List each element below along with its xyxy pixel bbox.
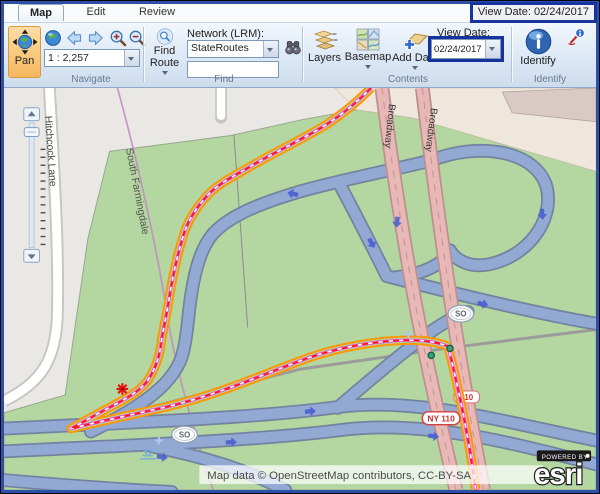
- svg-text:SO: SO: [179, 431, 190, 440]
- add-data-caret-icon: [412, 66, 418, 73]
- add-data-icon: [402, 28, 428, 52]
- find-route-button[interactable]: Find Route: [146, 26, 183, 78]
- find-route-icon: [153, 28, 177, 45]
- group-separator: [143, 27, 144, 82]
- scale-dropdown-arrow-icon[interactable]: [124, 50, 139, 66]
- map-shield-parkway-left: SO: [172, 426, 198, 443]
- basemap-label: Basemap: [345, 52, 391, 63]
- back-arrow-icon[interactable]: [65, 29, 83, 47]
- network-select-value: StateRoutes: [188, 41, 263, 57]
- group-label-find: Find: [146, 74, 302, 85]
- network-dropdown-arrow-icon[interactable]: [263, 41, 278, 57]
- find-route-label-2: Route: [150, 58, 179, 69]
- view-date-annotation-box: [428, 36, 504, 62]
- layers-label: Layers: [308, 53, 341, 64]
- scale-input[interactable]: [45, 50, 124, 66]
- tab-edit[interactable]: Edit: [70, 4, 122, 21]
- basemap-caret-icon: [365, 65, 371, 72]
- tab-review[interactable]: Review: [128, 4, 186, 21]
- view-date-annotation: View Date: 02/24/2017: [470, 2, 597, 23]
- tab-map[interactable]: Map: [18, 4, 64, 21]
- group-separator: [302, 27, 303, 82]
- network-select[interactable]: StateRoutes: [187, 40, 279, 58]
- pan-button[interactable]: Pan: [8, 26, 41, 78]
- find-route-label-1: Find: [154, 46, 175, 57]
- map-canvas[interactable]: 110 SO SO NY 110 32: [4, 88, 596, 490]
- group-label-identify: Identify: [506, 74, 594, 85]
- zoom-slider-track[interactable]: [29, 123, 34, 248]
- forward-arrow-icon[interactable]: [87, 29, 105, 47]
- esri-logo: POWERED BY esri: [534, 450, 591, 490]
- group-label-navigate: Navigate: [40, 74, 142, 85]
- identify-label: Identify: [520, 56, 555, 67]
- map-viewport[interactable]: 110 SO SO NY 110 32: [4, 88, 596, 490]
- ribbon: Pan Navigate: [4, 22, 596, 88]
- pan-globe-icon: [12, 29, 38, 55]
- layers-button[interactable]: Layers: [305, 26, 344, 78]
- layers-icon: [312, 28, 338, 52]
- binoculars-icon[interactable]: [284, 39, 302, 61]
- full-extent-globe-icon[interactable]: [44, 29, 62, 47]
- map-shield-ny110: NY 110: [422, 412, 459, 425]
- map-shield-parkway-right: SO: [448, 305, 474, 322]
- esri-wordmark: esri: [534, 458, 583, 490]
- identify-pin-icon[interactable]: [566, 28, 586, 52]
- basemap-button[interactable]: Basemap: [346, 26, 390, 78]
- zoom-in-icon[interactable]: [109, 29, 127, 47]
- view-date-input[interactable]: [432, 40, 485, 58]
- map-route-start-marker: [117, 384, 127, 394]
- identify-icon: [525, 28, 552, 55]
- svg-text:SO: SO: [455, 310, 466, 319]
- basemap-icon: [356, 28, 380, 51]
- view-date-picker[interactable]: [431, 39, 501, 59]
- map-attribution: Map data © OpenStreetMap contributors, C…: [207, 470, 471, 482]
- scale-combobox[interactable]: [44, 49, 140, 67]
- identify-button[interactable]: Identify: [515, 26, 561, 78]
- network-lrm-label: Network (LRM):: [187, 28, 264, 40]
- pan-label: Pan: [15, 56, 35, 67]
- svg-text:32: 32: [143, 448, 154, 459]
- group-label-contents: Contents: [306, 74, 510, 85]
- svg-text:NY 110: NY 110: [427, 414, 455, 424]
- view-date-dropdown-arrow-icon[interactable]: [485, 40, 500, 58]
